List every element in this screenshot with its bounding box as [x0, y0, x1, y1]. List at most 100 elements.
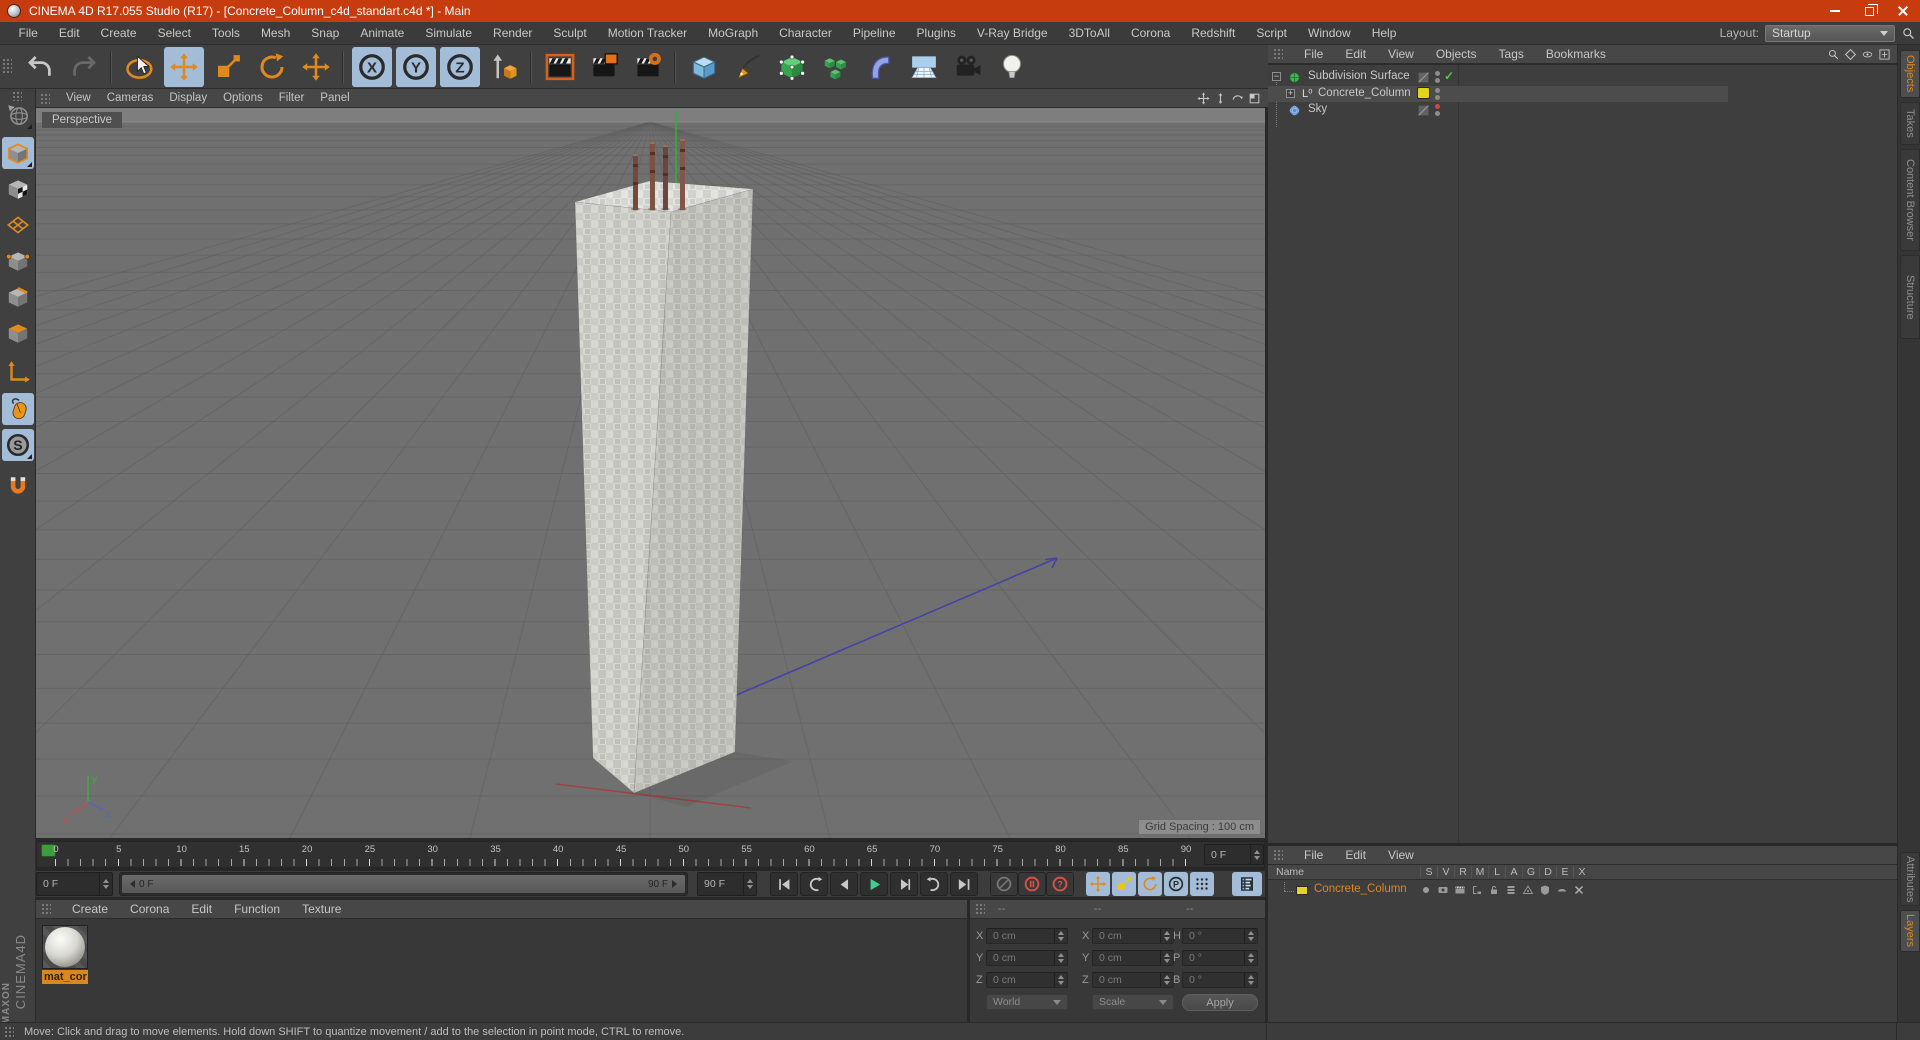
position-field-x[interactable]: 0 cm: [986, 928, 1068, 944]
layer-name[interactable]: Concrete_Column: [1314, 883, 1407, 895]
open-timeline-button[interactable]: [1232, 872, 1262, 896]
status-bar-grip[interactable]: [4, 1026, 14, 1037]
add-object-icon[interactable]: [1878, 48, 1891, 61]
add-subdivision-surface-button[interactable]: [772, 47, 812, 87]
pan-view-icon[interactable]: [1196, 91, 1211, 106]
search-icon[interactable]: [1901, 26, 1916, 41]
make-editable-button[interactable]: [2, 99, 34, 131]
object-manager-menu-file[interactable]: File: [1293, 47, 1334, 61]
object-manager-grip[interactable]: [1273, 48, 1283, 60]
toggle-view-icon[interactable]: [1247, 91, 1262, 106]
coordinate-space-dropdown[interactable]: World: [986, 994, 1068, 1010]
scale-tool-button[interactable]: [208, 47, 248, 87]
position-field-z[interactable]: 0 cm: [986, 972, 1068, 988]
menu-redshift[interactable]: Redshift: [1181, 23, 1246, 43]
enable-axis-mode-button[interactable]: [2, 357, 34, 389]
rotation-field-h[interactable]: 0 °: [1182, 928, 1258, 944]
size-field-z[interactable]: 0 cm: [1092, 972, 1174, 988]
l-def-icon[interactable]: [1539, 884, 1552, 897]
menu-create[interactable]: Create: [90, 23, 147, 43]
keyframe-position-toggle[interactable]: [1086, 872, 1110, 896]
l-lock-icon[interactable]: [1488, 884, 1501, 897]
l-vis-icon[interactable]: [1437, 884, 1450, 897]
tab-attributes[interactable]: Attributes: [1900, 852, 1920, 906]
undo-button[interactable]: [20, 47, 60, 87]
object-manager-menu-tags[interactable]: Tags: [1488, 47, 1535, 61]
spinner-arrows-icon[interactable]: [1160, 973, 1170, 987]
maximize-button[interactable]: [1852, 0, 1886, 22]
visibility-dot-top[interactable]: [1435, 87, 1440, 93]
material-menu-edit[interactable]: Edit: [180, 902, 223, 916]
spinner-arrows-icon[interactable]: [1244, 973, 1254, 987]
viewport-menu-view[interactable]: View: [58, 92, 99, 104]
redo-button[interactable]: [64, 47, 104, 87]
menu-mesh[interactable]: Mesh: [250, 23, 300, 43]
position-field-y[interactable]: 0 cm: [986, 950, 1068, 966]
tab-takes[interactable]: Takes: [1900, 102, 1920, 145]
object-manager-menu-objects[interactable]: Objects: [1425, 47, 1488, 61]
coordinates-grip[interactable]: [975, 903, 985, 915]
range-left-arrow-icon[interactable]: [126, 880, 135, 888]
end-frame-spinner[interactable]: 90 F: [697, 872, 757, 896]
object-manager-menu-bookmarks[interactable]: Bookmarks: [1535, 47, 1617, 61]
material-menu-grip[interactable]: [41, 903, 51, 915]
material-thumbnail[interactable]: [42, 925, 88, 969]
add-mograph-object-button[interactable]: [816, 47, 856, 87]
rotate-tool-button[interactable]: [252, 47, 292, 87]
add-light-button[interactable]: [992, 47, 1032, 87]
minimize-button[interactable]: [1818, 0, 1852, 22]
close-button[interactable]: [1886, 0, 1920, 22]
menu-snap[interactable]: Snap: [301, 23, 350, 43]
play-backwards-button[interactable]: [800, 872, 828, 896]
viewport-camera-label[interactable]: Perspective: [42, 112, 123, 128]
texture-mode-button[interactable]: [2, 173, 34, 205]
preview-range-slider[interactable]: 0 F 90 F: [119, 872, 688, 896]
edit-render-settings-button[interactable]: [628, 47, 668, 87]
menu-select[interactable]: Select: [147, 23, 201, 43]
last-used-tool-button[interactable]: [296, 47, 336, 87]
model-mode-button[interactable]: [2, 137, 34, 169]
spinner-arrows-icon[interactable]: [1160, 929, 1170, 943]
next-frame-button[interactable]: [890, 872, 918, 896]
add-deformer-button[interactable]: [860, 47, 900, 87]
menu-window[interactable]: Window: [1298, 23, 1362, 43]
menu-3dtoall[interactable]: 3DToAll: [1058, 23, 1120, 43]
layer-color-chip[interactable]: [1417, 87, 1430, 99]
menu-v-ray-bridge[interactable]: V-Ray Bridge: [966, 23, 1058, 43]
collapse-icon[interactable]: −: [1272, 72, 1281, 81]
points-mode-button[interactable]: [2, 245, 34, 277]
layer-menu-file[interactable]: File: [1293, 848, 1334, 862]
edges-mode-button[interactable]: [2, 281, 34, 313]
object-row-sky[interactable]: Sky: [1268, 102, 1728, 118]
visibility-dot-bottom[interactable]: [1435, 78, 1440, 83]
keyframe-scale-toggle[interactable]: [1112, 872, 1136, 896]
keyframe-rotation-toggle[interactable]: [1138, 872, 1162, 896]
material-menu-corona[interactable]: Corona: [119, 902, 180, 916]
visibility-dot-top[interactable]: [1435, 104, 1440, 109]
layer-menu-grip[interactable]: [1273, 849, 1283, 861]
layer-color-chip[interactable]: [1296, 886, 1308, 895]
play-loop-button[interactable]: [920, 872, 948, 896]
l-exp-icon[interactable]: [1556, 884, 1569, 897]
menu-plugins[interactable]: Plugins: [906, 23, 966, 43]
workplane-mode-button[interactable]: [2, 209, 34, 241]
keyframe-pla-toggle[interactable]: [1190, 872, 1214, 896]
play-forwards-button[interactable]: [860, 872, 888, 896]
rotation-field-b[interactable]: 0 °: [1182, 972, 1258, 988]
lock-x-axis-button[interactable]: X: [352, 47, 392, 87]
coordinate-system-button[interactable]: [484, 47, 524, 87]
add-spline-pen-button[interactable]: [728, 47, 768, 87]
material-name[interactable]: mat_cor: [42, 970, 88, 984]
live-selection-button[interactable]: [120, 47, 160, 87]
object-name-concrete-column[interactable]: Concrete_Column: [1318, 87, 1411, 99]
frame-spinner[interactable]: 0 F: [36, 872, 113, 896]
apply-button[interactable]: Apply: [1182, 994, 1258, 1011]
enabled-check-icon[interactable]: ✓: [1444, 69, 1454, 83]
expand-icon[interactable]: +: [1286, 88, 1295, 98]
record-disabled-button[interactable]: [990, 872, 1018, 896]
viewport-menu-panel[interactable]: Panel: [312, 92, 357, 104]
size-field-y[interactable]: 0 cm: [1092, 950, 1174, 966]
material-menu-function[interactable]: Function: [223, 902, 291, 916]
polygons-mode-button[interactable]: [2, 317, 34, 349]
spinner-arrows-icon[interactable]: [99, 873, 109, 895]
